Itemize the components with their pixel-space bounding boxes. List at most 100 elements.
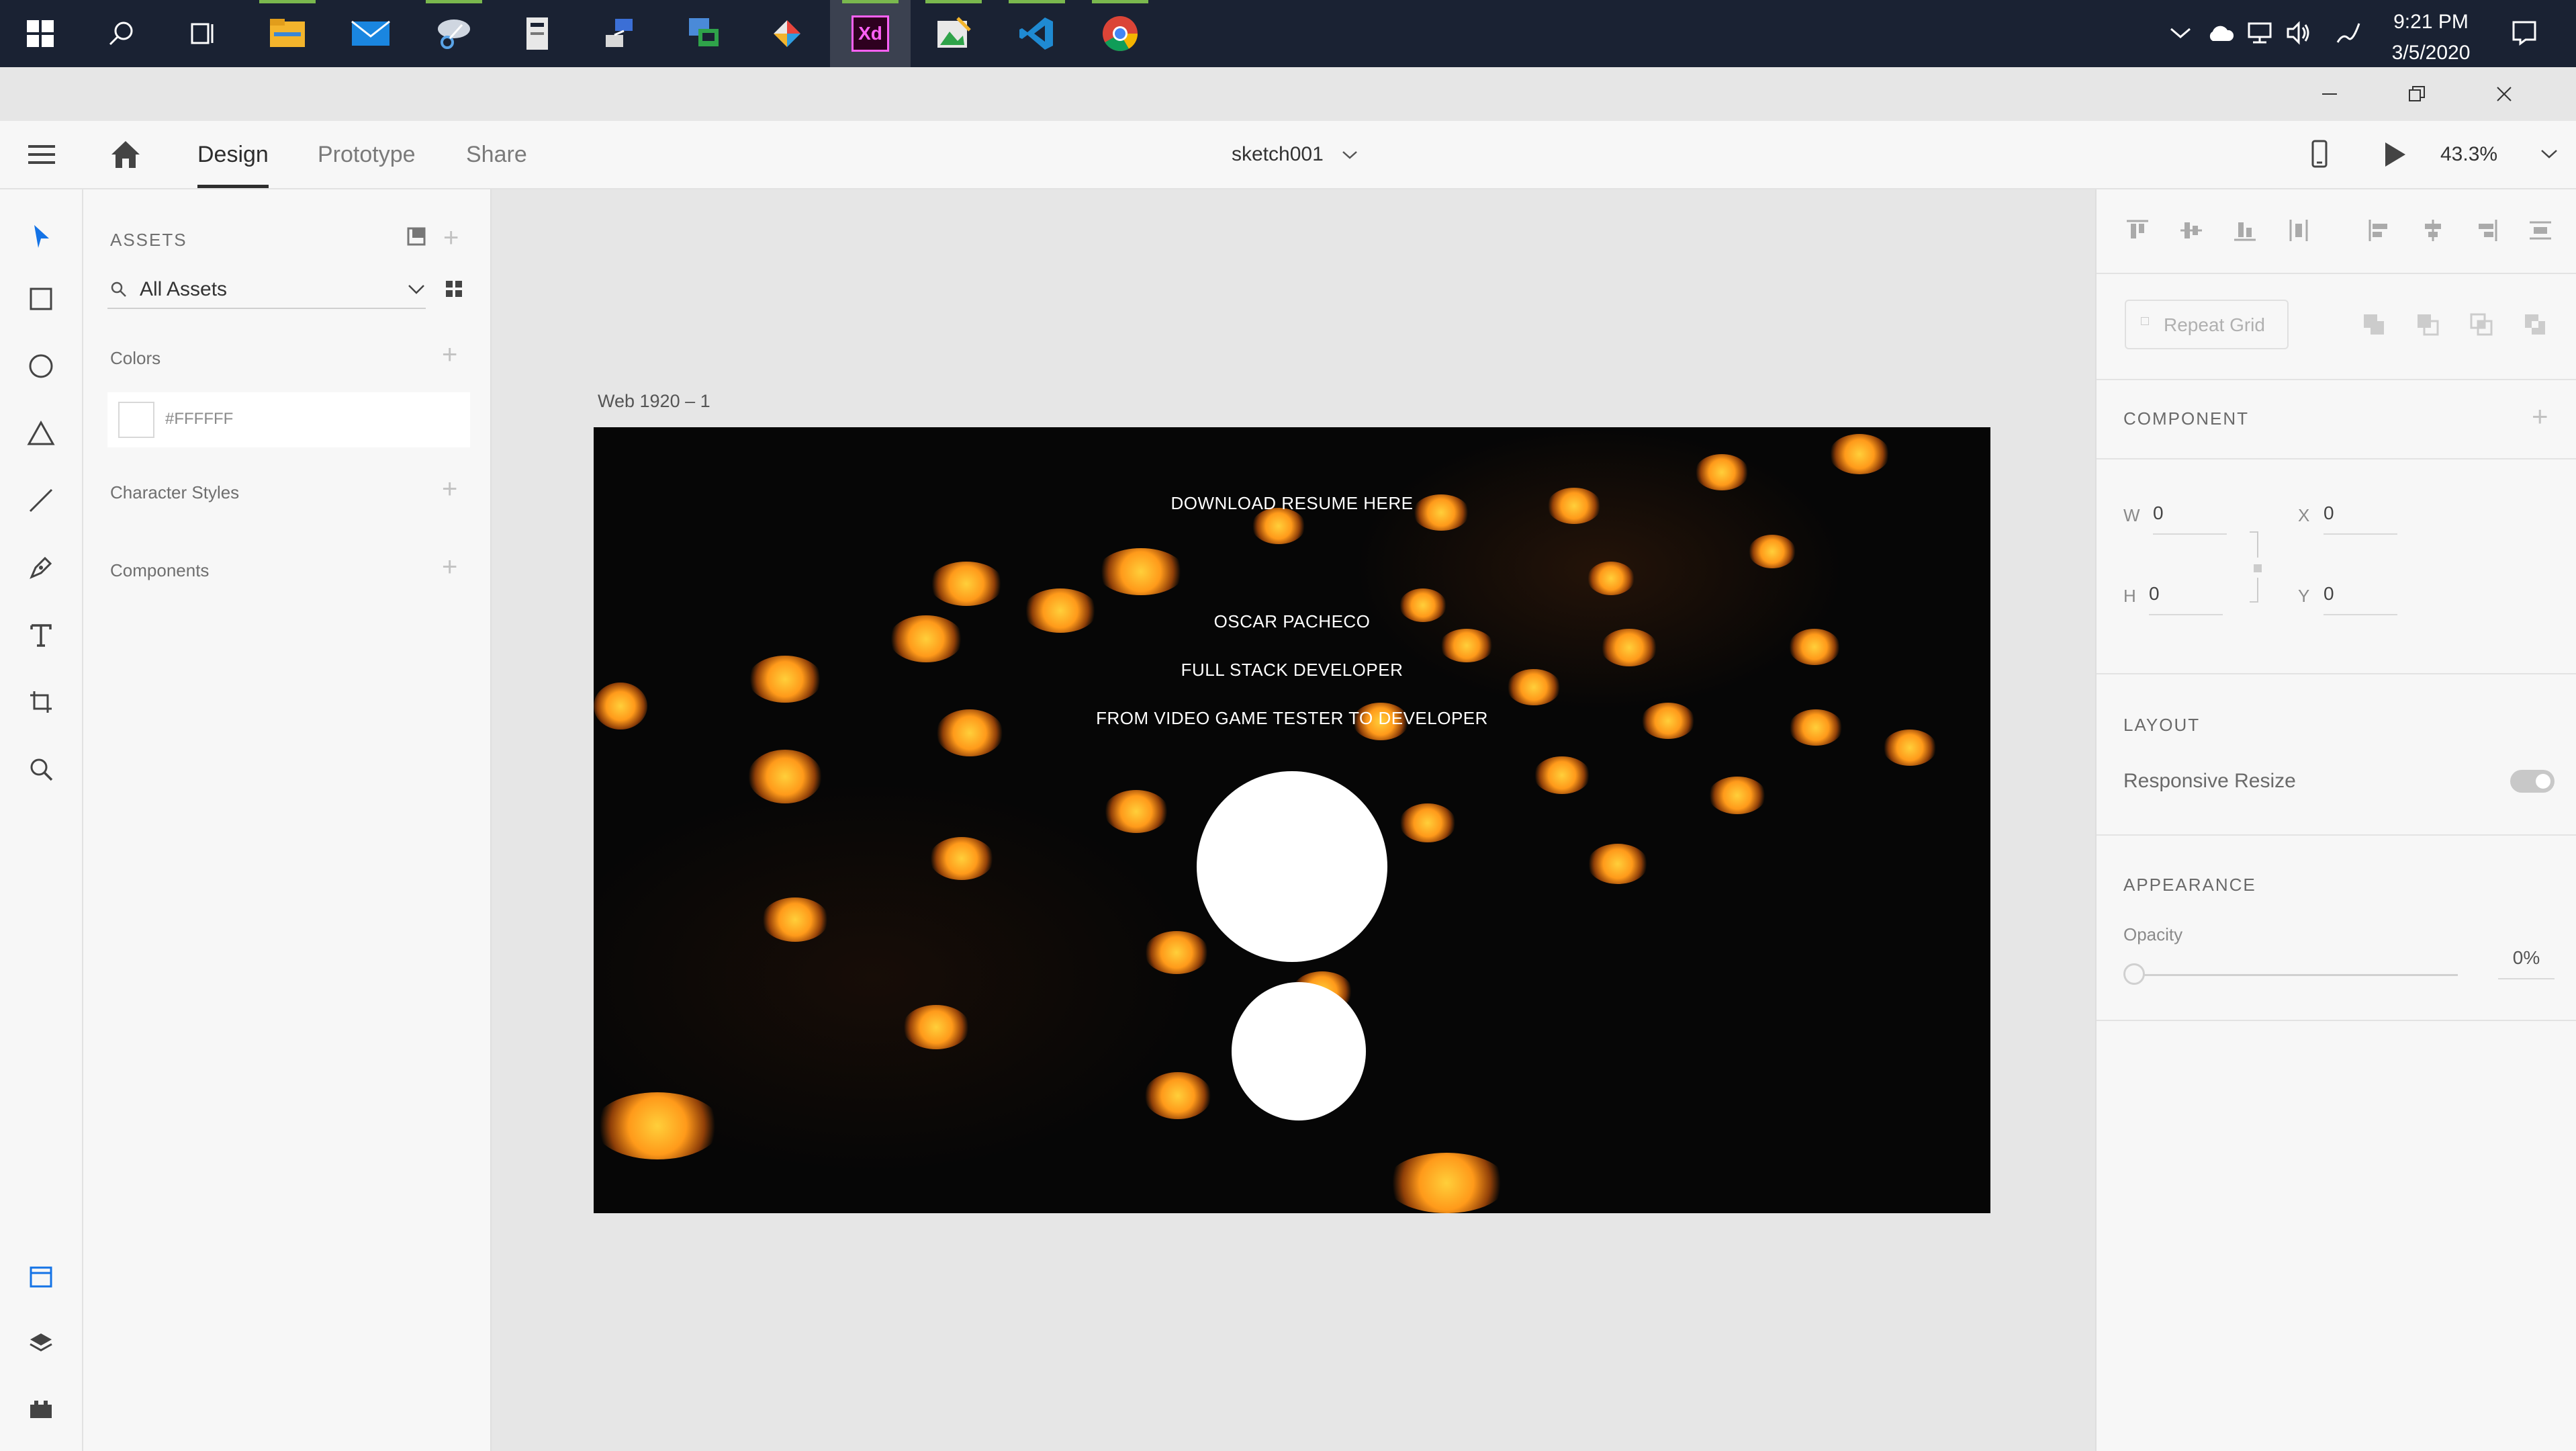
align-left-button[interactable] [2364, 215, 2395, 246]
polygon-tool[interactable] [17, 410, 64, 457]
restore-button[interactable] [2373, 67, 2460, 121]
asset-filter-dropdown[interactable]: All Assets [107, 270, 426, 309]
tab-prototype[interactable]: Prototype [318, 121, 416, 188]
repeat-grid-button[interactable]: Repeat Grid [2125, 300, 2289, 349]
home-button[interactable] [109, 138, 142, 171]
distribute-vertical-button[interactable] [2283, 215, 2314, 246]
align-middle-button[interactable] [2176, 215, 2207, 246]
close-button[interactable] [2460, 67, 2548, 121]
add-component-state-button[interactable]: + [2532, 402, 2548, 431]
artboard[interactable]: DOWNLOAD RESUME HERE OSCAR PACHECO FULL … [594, 427, 1990, 1213]
adobe-xd-button[interactable]: Xd [830, 0, 911, 67]
vscode-button[interactable] [997, 0, 1077, 67]
remote-desktop-button[interactable] [663, 0, 744, 67]
mail-button[interactable] [330, 0, 411, 67]
pen-workspace-button[interactable] [2333, 17, 2364, 48]
tab-share[interactable]: Share [466, 121, 527, 188]
add-asset-button[interactable]: + [443, 224, 459, 251]
search-button[interactable] [81, 0, 161, 67]
align-section [2097, 189, 2576, 274]
lock-aspect-button[interactable] [2248, 531, 2264, 611]
vscode-icon [1019, 17, 1053, 50]
boolean-intersect-icon [2470, 313, 2493, 336]
search-icon [109, 21, 133, 46]
zoom-level[interactable]: 43.3% [2440, 121, 2497, 188]
document-title-dropdown[interactable]: sketch001 [1232, 121, 1359, 188]
ellipse-tool[interactable] [17, 343, 64, 390]
height-input[interactable]: 0 [2149, 583, 2223, 615]
plugins-panel-button[interactable] [17, 1385, 64, 1432]
character-styles-label: Character Styles [110, 482, 240, 502]
git-app-button[interactable] [747, 0, 827, 67]
menu-button[interactable] [26, 141, 59, 168]
align-bottom-button[interactable] [2229, 215, 2260, 246]
start-button[interactable] [0, 0, 81, 67]
text-tool[interactable] [17, 611, 64, 658]
layers-panel-button[interactable] [17, 1319, 64, 1366]
onedrive-button[interactable] [2205, 17, 2236, 48]
repeat-grid-icon [2141, 317, 2149, 325]
volume-button[interactable] [2283, 17, 2314, 48]
opacity-label: Opacity [2123, 924, 2183, 944]
width-input[interactable]: 0 [2153, 502, 2227, 535]
add-character-style-button[interactable]: + [442, 476, 457, 502]
volume-icon [2287, 21, 2309, 45]
select-tool[interactable] [17, 214, 64, 261]
network-app-button[interactable] [580, 0, 661, 67]
align-top-button[interactable] [2122, 215, 2153, 246]
open-library-button[interactable] [406, 226, 427, 247]
task-view-button[interactable] [161, 0, 242, 67]
add-component-button[interactable]: + [442, 554, 457, 580]
component-title: COMPONENT [2123, 408, 2249, 429]
hero-name-text: OSCAR PACHECO [1213, 611, 1371, 631]
responsive-resize-toggle[interactable] [2510, 770, 2555, 793]
line-icon [29, 488, 53, 513]
show-hidden-icons-button[interactable] [2165, 17, 2196, 48]
opacity-input[interactable]: 0% [2498, 947, 2555, 979]
add-color-button[interactable]: + [442, 341, 457, 368]
align-left-icon [2368, 220, 2387, 241]
play-preview-button[interactable] [2380, 140, 2409, 169]
chevron-down-icon [1342, 151, 1357, 159]
file-explorer-button[interactable] [247, 0, 328, 67]
pen-tool-icon [30, 556, 52, 579]
grid-view-button[interactable] [445, 279, 463, 298]
y-input[interactable]: 0 [2324, 583, 2397, 615]
line-tool[interactable] [17, 477, 64, 524]
artboard-name-label[interactable]: Web 1920 – 1 [598, 391, 710, 412]
artboard-tool[interactable] [17, 678, 64, 726]
tab-design[interactable]: Design [197, 121, 269, 188]
boolean-subtract-button[interactable] [2415, 312, 2442, 339]
profile-circle-small[interactable] [1232, 982, 1366, 1120]
align-right-button[interactable] [2471, 215, 2502, 246]
zoom-dropdown[interactable] [2540, 148, 2559, 161]
remote-desktop-icon [689, 18, 719, 46]
boolean-exclude-button[interactable] [2522, 312, 2549, 339]
color-swatch-item[interactable]: #FFFFFF [107, 392, 470, 447]
profile-circle-large[interactable] [1197, 771, 1387, 962]
system-clock[interactable]: 9:21 PM 3/5/2020 [2377, 7, 2485, 69]
distribute-horizontal-button[interactable] [2525, 215, 2556, 246]
chevron-down-icon [2541, 150, 2557, 159]
device-preview-button[interactable] [2306, 138, 2333, 171]
opacity-slider[interactable] [2123, 962, 2473, 989]
network-status-button[interactable] [2244, 17, 2275, 48]
rectangle-tool[interactable] [17, 275, 64, 322]
document-app-button[interactable] [497, 0, 578, 67]
align-center-button[interactable] [2418, 215, 2448, 246]
chrome-button[interactable] [1080, 0, 1160, 67]
action-center-button[interactable] [2509, 17, 2540, 48]
x-input[interactable]: 0 [2324, 502, 2397, 535]
minimize-button[interactable] [2286, 67, 2373, 121]
zoom-tool[interactable] [17, 746, 64, 793]
assets-panel-button[interactable] [17, 1254, 64, 1301]
image-editor-button[interactable] [913, 0, 994, 67]
opacity-slider-thumb[interactable] [2123, 963, 2145, 985]
tools-toolbar [0, 189, 83, 1451]
download-resume-link[interactable]: DOWNLOAD RESUME HERE [594, 493, 1990, 514]
image-editor-icon [937, 17, 971, 48]
pen-tool[interactable] [17, 544, 64, 591]
boolean-add-button[interactable] [2361, 312, 2388, 339]
boolean-intersect-button[interactable] [2469, 312, 2495, 339]
snipping-tool-button[interactable] [414, 0, 494, 67]
